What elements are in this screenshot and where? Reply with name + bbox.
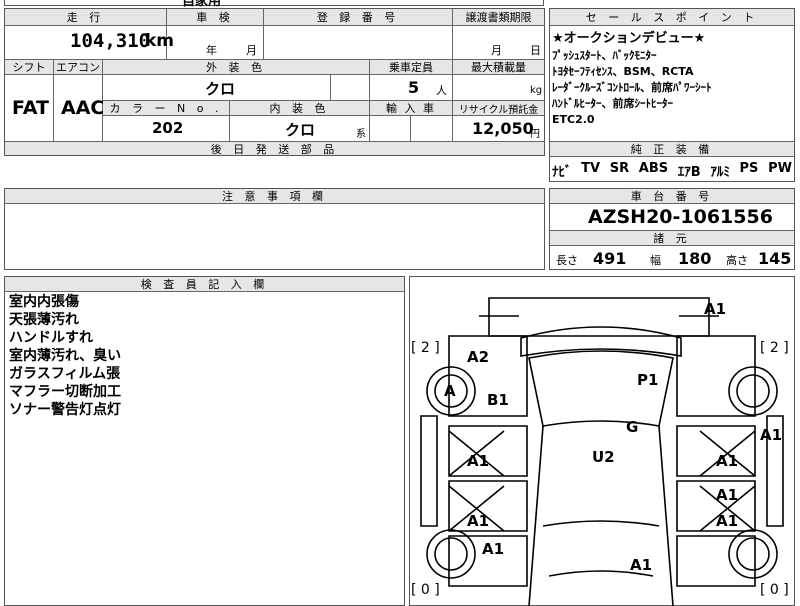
shift-header: シフト bbox=[5, 60, 53, 74]
damage-mark: A1 bbox=[482, 540, 505, 558]
damage-mark: A1 bbox=[467, 512, 490, 530]
aircon-header: エアコン bbox=[54, 60, 102, 74]
damage-mark: A1 bbox=[704, 300, 727, 318]
inspector-line: ハンドルすれ bbox=[9, 330, 93, 346]
exterior-value: クロ bbox=[205, 80, 236, 98]
car-outline-diagram bbox=[420, 297, 784, 606]
length-label: 長さ bbox=[556, 254, 578, 267]
import-header: 輸 入 車 bbox=[370, 101, 452, 115]
equipment-item: ﾅﾋﾞ bbox=[552, 165, 572, 180]
chassis-header: 車 台 番 号 bbox=[550, 189, 794, 203]
factory-equipment-list: ﾅﾋﾞ TV SR ABS ｴｱB ｱﾙﾐ PS PW bbox=[552, 161, 792, 180]
later-parts-header: 後 日 発 送 部 品 bbox=[5, 142, 544, 156]
chassis-number: AZSH20-1061556 bbox=[588, 206, 773, 228]
damage-mark: A1 bbox=[467, 452, 490, 470]
equipment-item: PW bbox=[768, 161, 792, 176]
capacity-header: 乗車定員 bbox=[370, 60, 452, 74]
mileage-header: 走 行 bbox=[5, 9, 166, 25]
damage-mark: A2 bbox=[467, 348, 490, 366]
notes-header: 注 意 事 項 欄 bbox=[5, 189, 544, 203]
length-value: 491 bbox=[593, 249, 627, 268]
damage-mark: A1 bbox=[716, 486, 739, 504]
exterior-header: 外 装 色 bbox=[103, 60, 369, 74]
equipment-item: ｴｱB bbox=[677, 165, 701, 180]
transfer-day-unit: 日 bbox=[530, 44, 541, 57]
corner-count-bl: [ 0 ] bbox=[411, 582, 440, 598]
shaken-year-unit: 年 bbox=[206, 44, 217, 57]
capacity-value: 5 bbox=[408, 78, 420, 97]
damage-mark: A bbox=[444, 382, 456, 400]
recycle-unit: 円 bbox=[530, 129, 540, 140]
shift-value: FAT bbox=[12, 97, 49, 119]
transfer-month-unit: 月 bbox=[491, 44, 502, 57]
capacity-unit: 人 bbox=[436, 84, 447, 97]
equipment-item: ABS bbox=[638, 161, 669, 176]
sales-point-line: ﾌﾟｯｼｭｽﾀｰﾄ、ﾊﾞｯｸﾓﾆﾀｰ bbox=[552, 49, 657, 62]
colorno-value: 202 bbox=[152, 119, 184, 137]
damage-mark: B1 bbox=[487, 391, 509, 409]
specs-header: 諸 元 bbox=[550, 231, 794, 245]
sales-point-line: ﾚｰﾀﾞｰｸﾙｰｽﾞｺﾝﾄﾛｰﾙ、前席ﾊﾟﾜｰｼｰﾄ bbox=[552, 81, 712, 94]
sales-point-line: ETC2.0 bbox=[552, 113, 595, 126]
registration-header: 登 録 番 号 bbox=[264, 9, 452, 25]
colorno-header: カ ラ ー N o . bbox=[103, 101, 229, 115]
maxload-header: 最大積載量 bbox=[453, 60, 544, 74]
factory-equipment-header: 純 正 装 備 bbox=[550, 142, 794, 156]
width-label: 幅 bbox=[650, 254, 661, 267]
corner-count-tr: [ 2 ] bbox=[760, 340, 789, 356]
damage-mark: A1 bbox=[716, 512, 739, 530]
equipment-item: TV bbox=[581, 161, 601, 176]
corner-count-tl: [ 2 ] bbox=[411, 340, 440, 356]
inspector-line: ソナー警告灯点灯 bbox=[9, 402, 121, 418]
inspector-notes: 室内内張傷 天張薄汚れ ハンドルすれ 室内薄汚れ、臭い ガラスフィルム張 マフラ… bbox=[9, 293, 121, 419]
sales-points-header: セ ー ル ス ポ イ ン ト bbox=[550, 9, 794, 25]
interior-suffix: 系 bbox=[356, 129, 366, 140]
damage-mark: G bbox=[626, 418, 639, 436]
inspector-line: 室内内張傷 bbox=[9, 294, 79, 310]
mileage-value: 104,310 bbox=[70, 30, 151, 52]
sales-point-line: ﾄﾖﾀｾｰﾌﾃｨｾﾝｽ、BSM、RCTA bbox=[552, 65, 694, 78]
sales-points-list: ★オークションデビュー★ ﾌﾟｯｼｭｽﾀｰﾄ、ﾊﾞｯｸﾓﾆﾀｰ ﾄﾖﾀｾｰﾌﾃｨ… bbox=[552, 30, 712, 128]
inspector-header: 検 査 員 記 入 欄 bbox=[5, 277, 404, 291]
maxload-unit: kg bbox=[530, 85, 543, 96]
sales-point-line: ﾊﾝﾄﾞﾙﾋｰﾀｰ、前席ｼｰﾄﾋｰﾀｰ bbox=[552, 97, 673, 110]
equipment-item: PS bbox=[739, 161, 759, 176]
inspector-line: ガラスフィルム張 bbox=[9, 366, 121, 382]
top-fragment-box bbox=[4, 0, 544, 6]
mileage-unit: km bbox=[145, 31, 175, 51]
inspector-line: 室内薄汚れ、臭い bbox=[9, 348, 122, 364]
aircon-value: AAC bbox=[61, 97, 105, 119]
equipment-item: SR bbox=[609, 161, 630, 176]
height-value: 145 bbox=[758, 249, 792, 268]
inspector-line: 天張薄汚れ bbox=[9, 312, 79, 328]
interior-value: クロ bbox=[285, 121, 316, 139]
height-label: 高さ bbox=[726, 254, 748, 267]
width-value: 180 bbox=[678, 249, 712, 268]
recycle-value: 12,050 bbox=[472, 119, 534, 138]
transfer-header: 譲渡書類期限 bbox=[453, 9, 544, 25]
damage-mark: U2 bbox=[592, 448, 615, 466]
sales-point-line: ★オークションデビュー★ bbox=[552, 31, 706, 46]
shaken-month-unit: 月 bbox=[246, 44, 257, 57]
damage-mark: A1 bbox=[716, 452, 739, 470]
shaken-header: 車 検 bbox=[167, 9, 263, 25]
inspector-line: マフラー切断加工 bbox=[9, 384, 121, 400]
recycle-header: リサイクル預託金 bbox=[453, 101, 544, 116]
equipment-item: ｱﾙﾐ bbox=[710, 165, 730, 180]
damage-mark: A1 bbox=[760, 426, 783, 444]
interior-header: 内 装 色 bbox=[230, 101, 369, 115]
corner-count-br: [ 0 ] bbox=[760, 582, 789, 598]
damage-mark: A1 bbox=[630, 556, 653, 574]
damage-mark: P1 bbox=[637, 371, 659, 389]
